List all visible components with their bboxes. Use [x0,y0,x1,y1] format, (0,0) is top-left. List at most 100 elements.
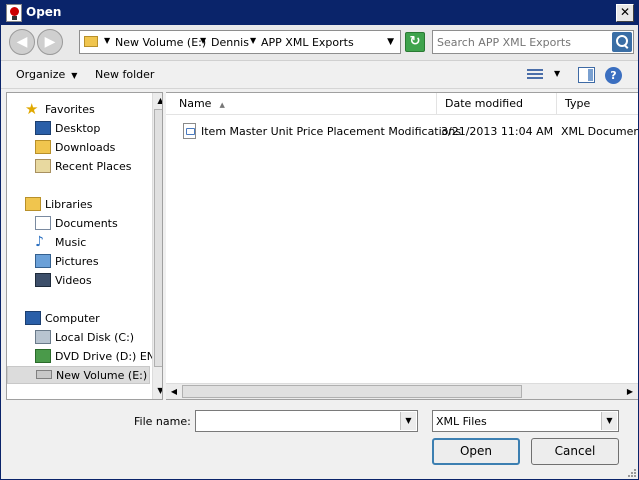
scroll-right-icon[interactable]: ▶ [622,384,638,399]
chevron-down-icon[interactable]: ▼ [601,412,617,430]
videos-icon [35,273,51,287]
sidebar-item-label: Desktop [55,122,101,135]
file-type: XML Document [561,125,638,138]
column-header-type[interactable]: Type [557,93,638,115]
sidebar-item-label: Documents [55,217,118,230]
file-name-input[interactable] [199,413,394,429]
sidebar-item-label: Favorites [45,103,95,116]
libraries-icon [25,197,41,211]
computer-icon [25,311,41,325]
star-icon: ★ [25,100,39,118]
sidebar-item-pictures[interactable]: Pictures [35,253,150,271]
sidebar-item-downloads[interactable]: Downloads [35,139,150,157]
file-list: Name ▲ Date modified Type Item Master Uni… [166,92,638,400]
search-icon[interactable] [612,32,632,52]
address-bar[interactable]: ▼ New Volume (E:) ▼ Dennis ▼ APP XML Exp… [79,30,401,54]
desktop-icon [35,121,51,135]
sidebar-item-recent-places[interactable]: Recent Places [35,158,150,176]
column-header-date-modified[interactable]: Date modified [437,93,557,115]
sidebar-item-local-disk[interactable]: Local Disk (C:) [35,329,150,347]
breadcrumb-app-xml-exports[interactable]: APP XML Exports [261,36,354,49]
search-input[interactable] [437,34,607,50]
file-name-label: File name: [134,415,191,428]
file-type-value: XML Files [436,415,487,428]
file-name: Item Master Unit Price Placement Modific… [201,125,462,138]
chevron-down-icon[interactable]: ▼ [400,412,416,430]
sidebar-item-new-volume[interactable]: New Volume (E:) [7,366,150,384]
organize-button[interactable]: Organize ▼ [16,68,77,81]
app-icon [6,4,22,22]
preview-pane-icon[interactable] [578,67,595,83]
window-title: Open [26,5,62,19]
navigation-bar: ◀ ▶ ▼ New Volume (E:) ▼ Dennis ▼ APP XML… [1,25,638,61]
command-bar: Organize ▼ New folder ▼ ? [1,62,638,89]
sidebar-item-label: Downloads [55,141,116,154]
file-list-scrollbar[interactable]: ◀ ▶ [166,383,638,399]
scroll-left-icon[interactable]: ◀ [166,384,182,399]
scroll-up-icon[interactable]: ▲ [153,93,162,109]
cancel-button[interactable]: Cancel [531,438,619,465]
scrollbar-thumb[interactable] [182,385,522,398]
sidebar-item-computer[interactable]: Computer [25,310,150,328]
forward-arrow-icon[interactable]: ▶ [37,29,63,55]
close-button[interactable]: ✕ [616,4,634,22]
chevron-down-icon: ▼ [71,71,78,80]
downloads-icon [35,140,51,154]
sidebar-item-music[interactable]: ♪ Music [35,234,150,252]
local-disk-icon [35,330,51,344]
pictures-icon [35,254,51,268]
views-dropdown-icon[interactable]: ▼ [554,69,560,78]
documents-icon [35,216,51,230]
refresh-icon[interactable]: ↻ [405,32,425,52]
sidebar-item-label: Recent Places [55,160,132,173]
sidebar-item-label: Music [55,236,87,249]
breadcrumb-chevron-icon[interactable]: ▼ [200,36,206,45]
breadcrumb-new-volume[interactable]: New Volume (E:) [115,36,206,49]
search-box[interactable] [432,30,634,54]
sidebar-item-documents[interactable]: Documents [35,215,150,233]
sidebar-item-videos[interactable]: Videos [35,272,150,290]
navigation-scrollbar[interactable]: ▲ ▼ [152,93,162,399]
file-name-combo[interactable]: ▼ [195,410,418,432]
file-type-select[interactable]: XML Files ▼ [432,410,619,432]
folder-icon [84,36,98,47]
sidebar-item-label: Computer [45,312,100,325]
sidebar-item-desktop[interactable]: Desktop [35,120,150,138]
back-arrow-icon[interactable]: ◀ [9,29,35,55]
sidebar-item-label: New Volume (E:) [56,369,148,382]
organize-label: Organize [16,68,66,81]
column-header-label: Name [179,97,212,110]
sidebar-item-dvd-drive[interactable]: DVD Drive (D:) ENU [35,348,162,366]
sidebar-item-label: Local Disk (C:) [55,331,135,344]
navigation-pane: ★ Favorites Desktop Downloads Recent Pla… [6,92,163,400]
new-folder-button[interactable]: New folder [95,68,154,81]
dvd-drive-icon [35,349,51,363]
sidebar-item-label: Libraries [45,198,93,211]
file-date-modified: 3/21/2013 11:04 AM [441,125,554,138]
recent-places-icon [35,159,51,173]
title-bar[interactable]: Open ✕ [1,1,638,25]
breadcrumb-chevron-icon[interactable]: ▼ [104,36,110,45]
breadcrumb-dennis[interactable]: Dennis [211,36,249,49]
scroll-down-icon[interactable]: ▼ [153,383,162,399]
drive-icon [36,370,52,379]
views-icon[interactable] [527,69,543,82]
column-header-name[interactable]: Name ▲ [171,93,437,115]
resize-grip[interactable] [626,467,636,477]
table-row[interactable]: Item Master Unit Price Placement Modific… [178,123,638,141]
breadcrumb-chevron-icon[interactable]: ▼ [250,36,256,45]
open-button[interactable]: Open [432,438,520,465]
sidebar-item-label: Videos [55,274,92,287]
scrollbar-thumb[interactable] [154,109,162,367]
column-header-row: Name ▲ Date modified Type [166,93,638,115]
music-icon: ♪ [35,234,44,250]
address-dropdown-icon[interactable]: ▼ [387,37,394,47]
sidebar-item-libraries[interactable]: Libraries [25,196,150,214]
help-icon[interactable]: ? [605,67,622,84]
sidebar-item-favorites[interactable]: ★ Favorites [25,101,150,119]
sidebar-item-label: Pictures [55,255,99,268]
sort-ascending-icon: ▲ [219,101,225,109]
xml-file-icon [183,123,196,139]
sidebar-item-label: DVD Drive (D:) ENU [55,350,163,363]
open-dialog: Open ✕ ◀ ▶ ▼ New Volume (E:) ▼ Dennis ▼ … [0,0,639,480]
